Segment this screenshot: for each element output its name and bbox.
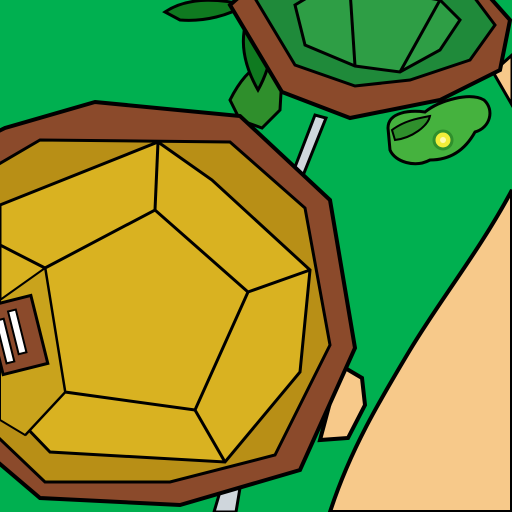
flower-center (440, 137, 446, 143)
game-map (0, 0, 512, 512)
